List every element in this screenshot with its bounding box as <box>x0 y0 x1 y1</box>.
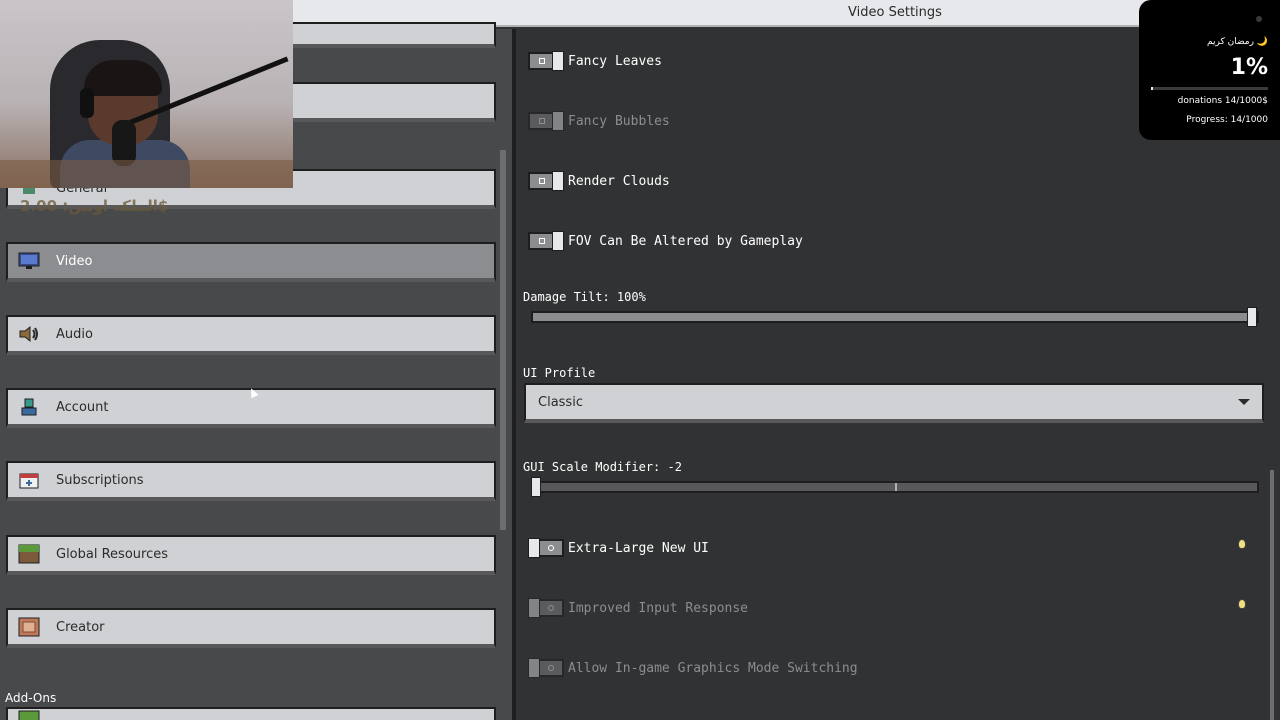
status-dot <box>1256 16 1262 22</box>
toggle-label: Fancy Bubbles <box>568 113 670 129</box>
slider-thumb[interactable] <box>531 477 541 497</box>
toggle-render-clouds[interactable]: Render Clouds <box>528 170 670 192</box>
calendar-icon <box>18 471 40 489</box>
sidebar-item-label: Creator <box>56 619 105 635</box>
damage-tilt-slider[interactable] <box>531 307 1259 327</box>
toggle-extra-large-ui[interactable]: Extra-Large New UI <box>528 537 709 559</box>
top-donor-overlay: الملكه اوبين: 2.00$ <box>20 197 169 215</box>
toggle-switch[interactable] <box>528 538 564 558</box>
sidebar-item-subscriptions[interactable]: Subscriptions <box>6 461 496 501</box>
dropdown-value: Classic <box>538 394 583 410</box>
settings-scrollbar[interactable] <box>1270 470 1274 720</box>
account-icon <box>18 398 40 416</box>
grass-block-icon <box>18 544 40 564</box>
toggle-label: Allow In-game Graphics Mode Switching <box>568 660 858 676</box>
donation-progress-bar <box>1151 87 1268 90</box>
sidebar-item-global-resources[interactable]: Global Resources <box>6 535 496 575</box>
sidebar-item-addons-partial[interactable] <box>6 707 496 720</box>
toggle-label: Render Clouds <box>568 173 670 189</box>
toggle-improved-input[interactable]: Improved Input Response <box>528 597 748 619</box>
creator-icon <box>18 617 40 637</box>
ui-profile-dropdown[interactable]: Classic <box>524 383 1264 423</box>
sidebar-item-label: Video <box>56 253 93 269</box>
toggle-fov-gameplay[interactable]: FOV Can Be Altered by Gameplay <box>528 230 803 252</box>
donation-total: donations 14/1000$ <box>1177 96 1268 106</box>
gui-scale-label: GUI Scale Modifier: -2 <box>523 460 682 474</box>
progress-fill <box>1151 87 1153 90</box>
chevron-down-icon <box>1238 399 1250 405</box>
slider-thumb[interactable] <box>1247 307 1257 327</box>
donation-percent: 1% <box>1230 55 1268 80</box>
info-bulb-icon[interactable] <box>1238 599 1246 609</box>
toggle-switch[interactable] <box>528 598 564 618</box>
monitor-icon <box>18 252 40 270</box>
donation-greeting: رمضان كريم 🌙 <box>1206 37 1268 47</box>
toggle-label: Extra-Large New UI <box>568 540 709 556</box>
damage-tilt-label: Damage Tilt: 100% <box>523 290 646 304</box>
sidebar-scrollbar[interactable] <box>500 150 506 530</box>
toggle-label: FOV Can Be Altered by Gameplay <box>568 233 803 249</box>
sidebar-item-label: Global Resources <box>56 546 168 562</box>
toggle-fancy-bubbles[interactable]: Fancy Bubbles <box>528 110 670 132</box>
toggle-switch[interactable] <box>528 171 564 191</box>
sidebar-item-label: Audio <box>56 326 93 342</box>
sidebar-item-video[interactable]: Video <box>6 242 496 282</box>
speaker-icon <box>18 325 40 343</box>
toggle-label: Improved Input Response <box>568 600 749 616</box>
donation-progress-text: Progress: 14/1000 <box>1186 115 1268 125</box>
info-bulb-icon[interactable] <box>1238 539 1246 549</box>
sidebar-item-audio[interactable]: Audio <box>6 315 496 355</box>
toggle-switch[interactable] <box>528 51 564 71</box>
slider-tick-mark <box>895 483 897 491</box>
sidebar-item-label: Account <box>56 399 109 415</box>
slider-fill <box>533 313 1257 321</box>
ui-profile-label: UI Profile <box>523 366 596 380</box>
section-header-addons: Add-Ons <box>5 691 57 705</box>
sidebar-item-label: Subscriptions <box>56 472 144 488</box>
toggle-graphics-mode-switching[interactable]: Allow In-game Graphics Mode Switching <box>528 657 858 679</box>
sidebar-item-creator[interactable]: Creator <box>6 608 496 648</box>
gui-scale-slider[interactable] <box>531 477 1259 497</box>
toggle-switch[interactable] <box>528 658 564 678</box>
toggle-label: Fancy Leaves <box>568 53 662 69</box>
webcam-overlay <box>0 0 293 188</box>
toggle-fancy-leaves[interactable]: Fancy Leaves <box>528 50 662 72</box>
toggle-switch[interactable] <box>528 111 564 131</box>
donation-widget: رمضان كريم 🌙 1% donations 14/1000$ Progr… <box>1139 0 1280 140</box>
grass-block-icon <box>18 707 40 720</box>
toggle-switch[interactable] <box>528 231 564 251</box>
